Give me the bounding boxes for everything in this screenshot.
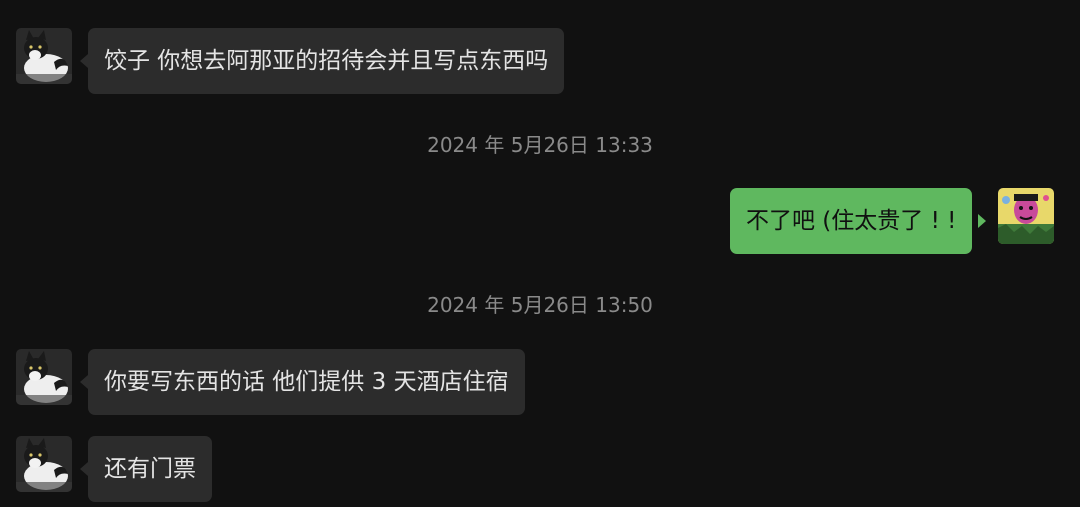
outgoing-message-bubble[interactable]: 不了吧 (住太贵了 ! !	[730, 188, 973, 254]
message-timestamp: 2024 年 5月26日 13:50	[427, 293, 653, 317]
message-text: 还有门票	[104, 456, 196, 482]
incoming-message-bubble[interactable]: 还有门票	[88, 436, 212, 502]
cat-avatar-icon[interactable]	[16, 28, 72, 84]
bubble-tail	[80, 462, 88, 476]
message-text: 饺子 你想去阿那亚的招待会并且写点东西吗	[104, 48, 549, 74]
cat-avatar-icon[interactable]	[16, 436, 72, 492]
message-timestamp: 2024 年 5月26日 13:33	[427, 133, 653, 157]
message-text: 不了吧 (住太贵了 ! !	[746, 208, 957, 234]
bubble-tail	[80, 375, 88, 389]
message-text: 你要写东西的话 他们提供 3 天酒店住宿	[104, 369, 509, 395]
chat-window: 饺子 你想去阿那亚的招待会并且写点东西吗 2024 年 5月26日 13:33 …	[0, 0, 1080, 507]
bubble-tail	[80, 54, 88, 68]
cartoon-avatar-icon[interactable]	[998, 188, 1054, 244]
incoming-message-bubble[interactable]: 你要写东西的话 他们提供 3 天酒店住宿	[88, 349, 525, 415]
incoming-message-bubble[interactable]: 饺子 你想去阿那亚的招待会并且写点东西吗	[88, 28, 565, 94]
cat-avatar-icon[interactable]	[16, 349, 72, 405]
bubble-tail	[978, 214, 986, 228]
